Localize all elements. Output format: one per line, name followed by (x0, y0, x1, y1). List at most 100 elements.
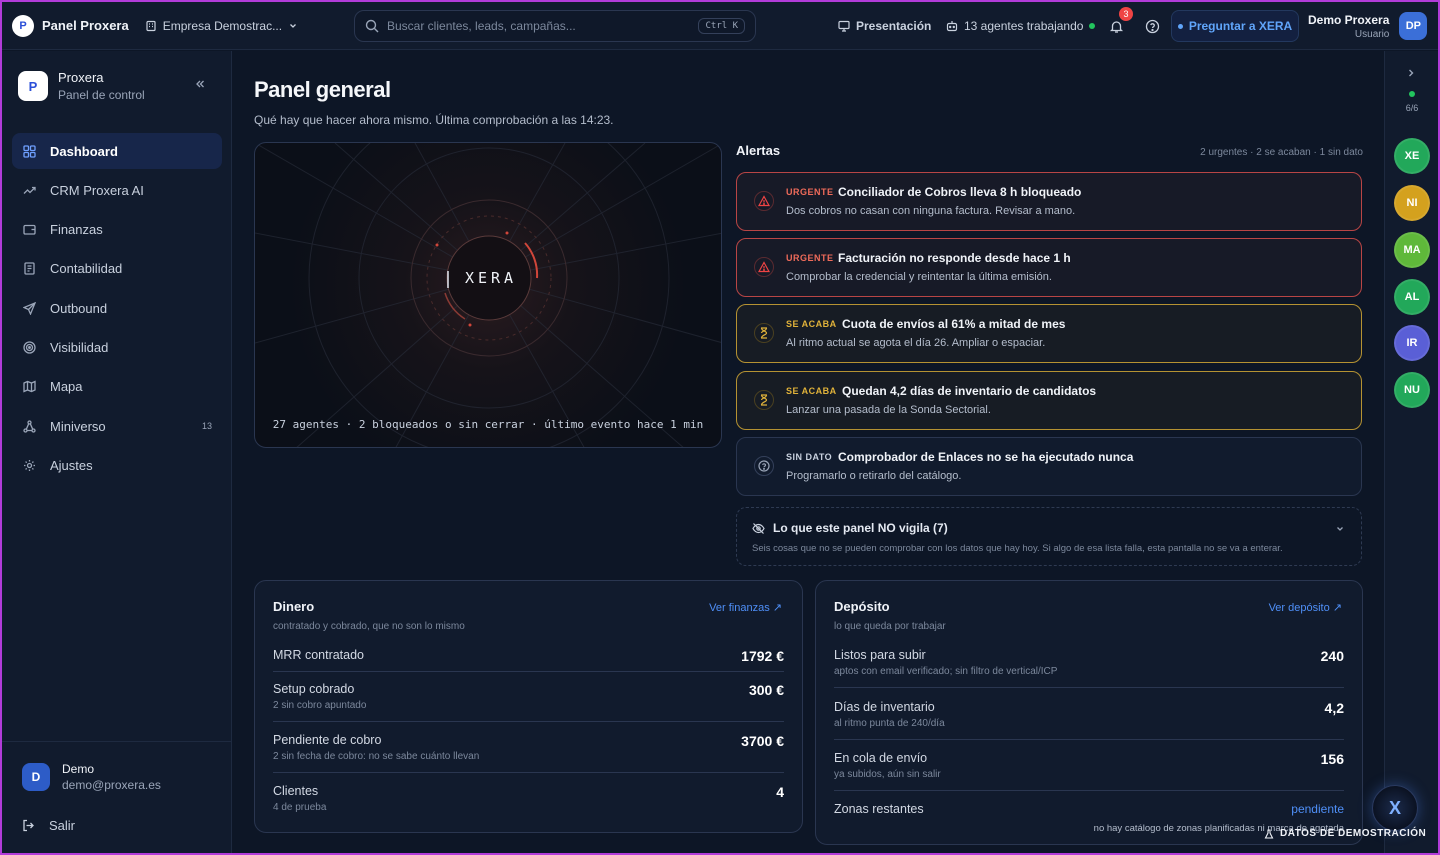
ask-xera-button[interactable]: Preguntar a XERA (1171, 10, 1299, 42)
deposit-panel: Depósito lo que queda por trabajar Ver d… (815, 580, 1363, 845)
agents-rail: 6/6 XE NI MA AL IR NU (1384, 51, 1438, 853)
sidebar-item-ajustes[interactable]: Ajustes (12, 447, 222, 483)
arrow-up-right-icon: ↗ (1332, 602, 1342, 614)
money-row-value: 300 € (748, 682, 784, 698)
sidebar-item-label: Contabilidad (50, 261, 123, 277)
help-button[interactable] (1137, 11, 1167, 41)
agent-avatar[interactable]: MA (1394, 232, 1430, 268)
alerts-title: Alertas (736, 143, 781, 158)
money-row-clients: Clientes 4 de prueba 4 (273, 784, 784, 824)
money-row-label: Setup cobrado (273, 682, 355, 696)
money-link-label: Ver finanzas (709, 602, 770, 614)
help-icon (1145, 19, 1159, 33)
alert-item[interactable]: SIN DATO Comprobador de Enlaces no se ha… (736, 437, 1362, 496)
search-input[interactable] (387, 19, 691, 33)
deposit-row-note: aptos con email verificado; sin filtro d… (834, 666, 1058, 677)
agent-avatar[interactable]: AL (1394, 279, 1430, 315)
unwatched-panel[interactable]: Lo que este panel NO vigila (7) Seis cos… (736, 507, 1362, 566)
money-link[interactable]: Ver finanzas ↗ (709, 601, 782, 614)
logout-icon (23, 819, 34, 832)
alert-item[interactable]: URGENTE Facturación no responde desde ha… (736, 238, 1362, 297)
deposit-row-note: al ritmo punta de 240/día (834, 718, 945, 729)
ledger-icon (23, 262, 35, 276)
money-row-mrr: MRR contratado 1792 € (273, 648, 784, 672)
sidebar-item-label: Dashboard (50, 143, 118, 159)
sidebar-item-label: CRM Proxera AI (50, 182, 144, 198)
global-search[interactable]: Ctrl K (354, 10, 756, 42)
wallet-icon (22, 224, 36, 235)
sidebar-user-name: Demo (62, 762, 95, 776)
sidebar-item-outbound[interactable]: Outbound (12, 290, 222, 326)
bell-icon (1109, 20, 1123, 33)
brand[interactable]: P Proxera Panel de control (18, 70, 145, 102)
deposit-link-label: Ver depósito (1268, 602, 1330, 614)
app-title[interactable]: Panel Proxera (42, 18, 129, 33)
notifications-button[interactable]: 3 (1101, 7, 1133, 41)
deposit-row-value: 4,2 (1324, 700, 1344, 716)
map-icon (22, 380, 36, 393)
agent-avatar[interactable]: NU (1394, 372, 1430, 408)
avatar: D (22, 763, 50, 791)
alert-tag: SIN DATO (786, 452, 833, 462)
collapse-sidebar-button[interactable] (194, 77, 206, 93)
avatar[interactable]: DP (1399, 12, 1428, 40)
expand-rail-button[interactable] (1406, 66, 1416, 81)
sidebar-item-contabilidad[interactable]: Contabilidad (12, 251, 222, 287)
page-subtitle: Qué hay que hacer ahora mismo. Última co… (254, 113, 614, 127)
brand-subtitle: Panel de control (58, 88, 145, 102)
alert-item[interactable]: SE ACABA Quedan 4,2 días de inventario d… (736, 371, 1362, 430)
sidebar-item-finanzas[interactable]: Finanzas (12, 212, 222, 248)
flask-icon (1264, 828, 1274, 839)
money-row-label: Clientes (273, 784, 319, 798)
alert-tag: SE ACABA (786, 386, 837, 396)
sidebar-item-label: Mapa (50, 379, 83, 395)
search-icon (365, 19, 379, 33)
brand-logo: P (18, 71, 48, 101)
alerts-summary: 2 urgentes · 2 se acaban · 1 sin dato (1200, 147, 1363, 158)
xera-visual[interactable]: XERA 27 agentes · 2 bloqueados o sin cer… (254, 142, 722, 448)
agent-avatar[interactable]: NI (1394, 185, 1430, 221)
main-content: Panel general Qué hay que hacer ahora mi… (234, 51, 1382, 853)
chevron-down-icon[interactable] (1335, 524, 1345, 534)
sidebar-item-miniverso[interactable]: Miniverso 13 (12, 408, 222, 444)
double-chevron-left-icon (196, 80, 204, 88)
alert-item[interactable]: SE ACABA Cuota de envíos al 61% a mitad … (736, 304, 1362, 363)
sidebar-user-card[interactable]: D Demo demo@proxera.es (22, 762, 211, 792)
xera-assistant-button[interactable]: X (1372, 785, 1418, 831)
company-selector[interactable]: Empresa Demostrac... (145, 19, 298, 33)
xera-status-line: 27 agentes · 2 bloqueados o sin cerrar ·… (272, 418, 704, 431)
sidebar-item-label: Finanzas (50, 222, 103, 238)
unwatched-title: Lo que este panel NO vigila (7) (773, 521, 948, 535)
deposit-row-note: ya subidos, aún sin salir (834, 769, 941, 780)
xera-fab-letter: X (1388, 797, 1401, 818)
sidebar-item-crm[interactable]: CRM Proxera AI (12, 172, 222, 208)
sidebar-item-dashboard[interactable]: Dashboard (12, 133, 222, 169)
logout-button[interactable]: Salir (22, 818, 211, 833)
agent-avatar[interactable]: IR (1394, 325, 1430, 361)
deposit-row-label: Listos para subir (834, 648, 926, 662)
money-row-value: 3700 € (741, 733, 784, 749)
user-menu[interactable]: Demo Proxera Usuario DP (1308, 2, 1428, 50)
grid-icon (22, 144, 36, 158)
money-row-note: 2 sin fecha de cobro: no se sabe cuánto … (273, 751, 480, 762)
presentation-button[interactable]: Presentación (838, 2, 931, 50)
alert-item[interactable]: URGENTE Conciliador de Cobros lleva 8 h … (736, 172, 1362, 231)
alert-title: Comprobador de Enlaces no se ha ejecutad… (838, 450, 1134, 464)
company-name: Empresa Demostrac... (162, 18, 283, 33)
agents-online-count: 6/6 (1405, 103, 1419, 113)
deposit-row-label: Zonas restantes (834, 802, 924, 816)
deposit-row-label: Días de inventario (834, 700, 935, 714)
alert-description: Al ritmo actual se agota el día 26. Ampl… (786, 337, 1046, 349)
alert-tag: URGENTE (786, 187, 834, 197)
app-logo[interactable]: P (12, 14, 34, 37)
alert-title: Conciliador de Cobros lleva 8 h bloquead… (838, 185, 1082, 199)
agents-status[interactable]: 13 agentes trabajando (946, 2, 1096, 50)
warning-triangle-icon (758, 195, 770, 207)
money-row-label: MRR contratado (273, 648, 365, 662)
money-title: Dinero (273, 599, 315, 614)
sidebar-item-mapa[interactable]: Mapa (12, 369, 222, 405)
deposit-row-queue: En cola de envío ya subidos, aún sin sal… (834, 751, 1344, 791)
sidebar-item-visibilidad[interactable]: Visibilidad (12, 329, 222, 365)
agent-avatar[interactable]: XE (1394, 138, 1430, 174)
deposit-link[interactable]: Ver depósito ↗ (1269, 601, 1342, 614)
